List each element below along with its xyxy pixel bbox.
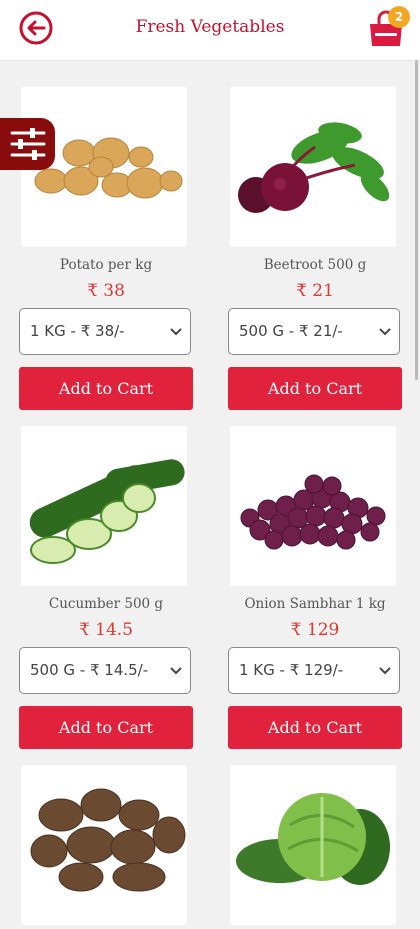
variant-select[interactable]: 500 G - ₹ 21/- [228, 308, 400, 355]
cabbage-image [236, 793, 390, 885]
product-name[interactable]: Beetroot 500 g [228, 257, 402, 273]
yam-image [30, 788, 186, 892]
product-price: ₹ 14.5 [78, 620, 134, 640]
chevron-down-icon [170, 667, 182, 675]
variant-select-value: 500 G - ₹ 21/- [239, 322, 343, 340]
filter-button[interactable] [0, 118, 55, 170]
add-to-cart-button[interactable]: Add to Cart [228, 706, 402, 749]
variant-select[interactable]: 1 KG - ₹ 129/- [228, 647, 400, 694]
add-to-cart-button[interactable]: Add to Cart [19, 367, 193, 410]
product-price: ₹ 21 [296, 281, 334, 301]
chevron-down-icon [379, 328, 391, 336]
app-header: Fresh Vegetables 2 [0, 0, 420, 61]
variant-select-value: 500 G - ₹ 14.5/- [30, 661, 149, 679]
cart-count-badge: 2 [388, 6, 410, 28]
product-name[interactable]: Cucumber 500 g [19, 596, 193, 612]
add-to-cart-button[interactable]: Add to Cart [19, 706, 193, 749]
chevron-down-icon [170, 328, 182, 336]
product-image[interactable] [230, 765, 396, 925]
product-image[interactable] [230, 87, 396, 247]
filter-sliders-icon [10, 128, 46, 160]
product-name[interactable]: Potato per kg [19, 257, 193, 273]
beetroot-image [238, 122, 390, 213]
product-grid: Potato per kg ₹ 38 1 KG - ₹ 38/- Add to … [0, 60, 420, 925]
product-price: ₹ 129 [290, 620, 340, 640]
page-title: Fresh Vegetables [135, 17, 285, 37]
variant-select-value: 1 KG - ₹ 38/- [30, 322, 125, 340]
product-image[interactable] [230, 426, 396, 586]
cucumber-image [29, 459, 185, 564]
variant-select-value: 1 KG - ₹ 129/- [239, 661, 344, 679]
onion-image [240, 474, 386, 550]
chevron-down-icon [379, 667, 391, 675]
product-image[interactable] [21, 426, 187, 586]
product-image[interactable] [21, 765, 187, 925]
add-to-cart-button[interactable]: Add to Cart [228, 367, 402, 410]
product-name[interactable]: Onion Sambhar 1 kg [228, 596, 402, 612]
variant-select[interactable]: 500 G - ₹ 14.5/- [19, 647, 191, 694]
product-price: ₹ 38 [87, 281, 125, 301]
variant-select[interactable]: 1 KG - ₹ 38/- [19, 308, 191, 355]
